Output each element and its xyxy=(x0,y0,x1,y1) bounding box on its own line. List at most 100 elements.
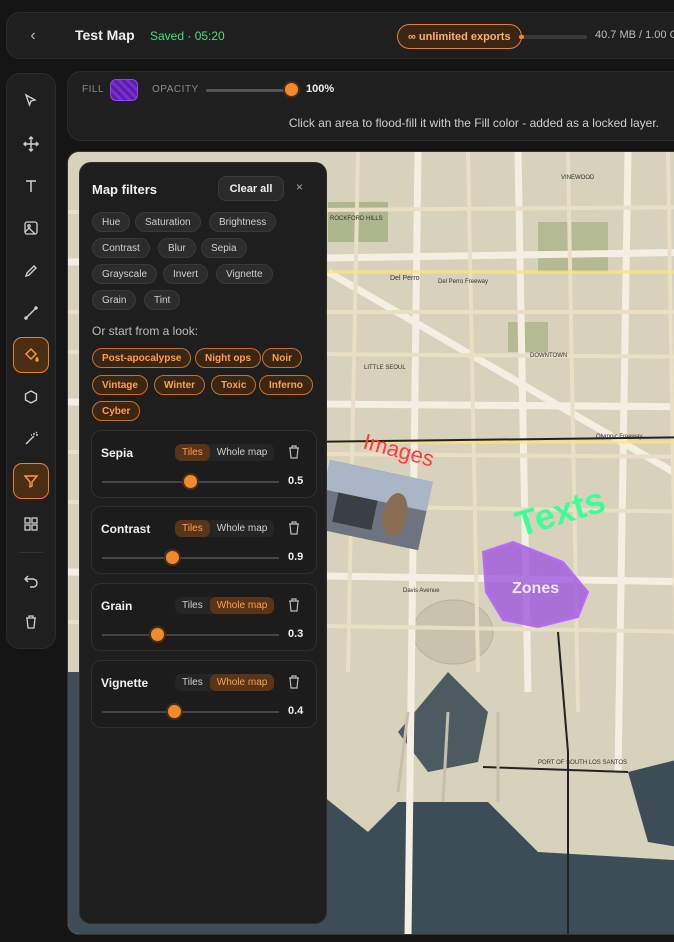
map-label-del-perro: Del Perro xyxy=(390,275,420,282)
look-cyber[interactable]: Cyber xyxy=(92,401,141,421)
storage-usage-text: 40.7 MB / 1.00 G xyxy=(595,29,674,41)
map-filters-panel: Map filters Clear all × Hue Saturation B… xyxy=(79,162,327,924)
filter-name: Contrast xyxy=(101,522,151,536)
filter-chip-blur[interactable]: Blur xyxy=(158,238,196,258)
map-label-vinewood: VINEWOOD xyxy=(561,175,595,181)
opacity-slider-handle[interactable] xyxy=(285,83,298,96)
value-slider-handle[interactable] xyxy=(166,551,179,564)
magic-wand-icon[interactable] xyxy=(13,421,49,457)
filter-chip-hue[interactable]: Hue xyxy=(92,212,131,232)
fill-label: FILL xyxy=(82,84,105,95)
clear-all-button[interactable]: Clear all xyxy=(218,176,284,201)
filter-chip-sepia[interactable]: Sepia xyxy=(201,238,247,258)
scope-toggle[interactable]: Tiles Whole map xyxy=(175,597,275,614)
scope-tiles[interactable]: Tiles xyxy=(175,520,210,537)
filter-card-grain: Grain Tiles Whole map 0.3 xyxy=(91,583,317,651)
map-title[interactable]: Test Map xyxy=(75,27,135,43)
line-icon[interactable] xyxy=(13,295,49,331)
filter-chip-tint[interactable]: Tint xyxy=(144,290,181,310)
look-toxic[interactable]: Toxic xyxy=(211,375,257,395)
exports-badge[interactable]: ∞ unlimited exports xyxy=(397,24,522,49)
value-slider-handle[interactable] xyxy=(151,628,164,641)
pencil-icon[interactable] xyxy=(13,253,49,289)
chevron-left-icon[interactable]: ‹ xyxy=(21,24,45,48)
panel-title: Map filters xyxy=(92,182,158,197)
filter-chip-grayscale[interactable]: Grayscale xyxy=(92,264,158,284)
close-icon[interactable]: × xyxy=(296,180,303,194)
text-icon[interactable] xyxy=(13,168,49,204)
polygon-icon[interactable] xyxy=(13,379,49,415)
value-slider-track[interactable] xyxy=(102,634,279,636)
filter-value: 0.9 xyxy=(288,551,304,563)
look-vintage[interactable]: Vintage xyxy=(92,375,148,395)
filter-name: Sepia xyxy=(101,446,134,460)
scope-tiles[interactable]: Tiles xyxy=(175,444,210,461)
fill-color-swatch[interactable] xyxy=(110,79,138,101)
filter-card-vignette: Vignette Tiles Whole map 0.4 xyxy=(91,660,317,728)
look-winter[interactable]: Winter xyxy=(154,375,206,395)
scope-whole-map[interactable]: Whole map xyxy=(210,520,275,537)
look-inferno[interactable]: Inferno xyxy=(259,375,313,395)
scope-toggle[interactable]: Tiles Whole map xyxy=(175,674,275,691)
look-label: Or start from a look: xyxy=(92,324,199,338)
scope-toggle[interactable]: Tiles Whole map xyxy=(175,520,275,537)
grid-icon[interactable] xyxy=(13,506,49,542)
save-status: Saved · 05:20 xyxy=(150,29,225,43)
value-slider-track[interactable] xyxy=(102,557,279,559)
filter-icon[interactable] xyxy=(13,463,49,499)
undo-icon[interactable] xyxy=(13,562,49,598)
value-slider-handle[interactable] xyxy=(184,475,197,488)
trash-icon[interactable] xyxy=(287,674,301,690)
map-label-rockford: ROCKFORD HILLS xyxy=(330,216,383,222)
map-label-port: PORT OF SOUTH LOS SANTOS xyxy=(538,760,627,766)
select-icon[interactable] xyxy=(13,83,49,119)
value-slider-handle[interactable] xyxy=(168,705,181,718)
value-slider-track[interactable] xyxy=(102,711,279,713)
scope-toggle[interactable]: Tiles Whole map xyxy=(175,444,275,461)
map-label-olympic-freeway: Olympic Freeway xyxy=(596,434,642,440)
map-label-davis-ave: Davis Avenue xyxy=(403,588,440,594)
filter-card-contrast: Contrast Tiles Whole map 0.9 xyxy=(91,506,317,574)
storage-usage-bar xyxy=(519,35,587,39)
trash-icon[interactable] xyxy=(287,597,301,613)
fill-options-bar: FILL OPACITY 100% Click an area to flood… xyxy=(67,71,674,141)
move-icon[interactable] xyxy=(13,126,49,162)
filter-chip-vignette[interactable]: Vignette xyxy=(216,264,273,284)
app-root: ‹ Test Map Saved · 05:20 ∞ unlimited exp… xyxy=(0,0,674,942)
opacity-slider-track[interactable] xyxy=(206,89,290,92)
filter-chip-brightness[interactable]: Brightness xyxy=(209,212,277,232)
scope-tiles[interactable]: Tiles xyxy=(175,674,210,691)
trash-icon[interactable] xyxy=(287,444,301,460)
left-toolbar xyxy=(6,73,56,649)
image-icon[interactable] xyxy=(13,210,49,246)
fill-hint-text: Click an area to flood-fill it with the … xyxy=(288,116,659,130)
scope-tiles[interactable]: Tiles xyxy=(175,597,210,614)
map-label-little-seoul: LITTLE SEOUL xyxy=(364,365,406,371)
look-night-ops[interactable]: Night ops xyxy=(195,348,262,368)
zones-label: Zones xyxy=(512,580,559,597)
filter-value: 0.3 xyxy=(288,628,304,640)
filter-chip-grain[interactable]: Grain xyxy=(92,290,137,310)
filter-name: Grain xyxy=(101,599,133,613)
toolbar-divider xyxy=(19,552,43,553)
look-post-apocalypse[interactable]: Post-apocalypse xyxy=(92,348,192,368)
trash-icon[interactable] xyxy=(13,604,49,640)
opacity-label: OPACITY xyxy=(152,84,199,95)
filter-chip-saturation[interactable]: Saturation xyxy=(135,212,201,232)
filter-chip-invert[interactable]: Invert xyxy=(163,264,209,284)
map-label-downtown: DOWNTOWN xyxy=(530,353,567,359)
fill-bucket-icon[interactable] xyxy=(13,337,49,373)
look-noir[interactable]: Noir xyxy=(262,348,302,368)
map-label-del-perro-freeway: Del Perro Freeway xyxy=(438,279,488,285)
filter-value: 0.4 xyxy=(288,705,304,717)
opacity-value: 100% xyxy=(306,83,335,95)
scope-whole-map[interactable]: Whole map xyxy=(209,597,275,614)
filter-card-sepia: Sepia Tiles Whole map 0.5 xyxy=(91,430,317,498)
top-header: ‹ Test Map Saved · 05:20 ∞ unlimited exp… xyxy=(6,12,674,59)
filter-chip-contrast[interactable]: Contrast xyxy=(92,238,150,258)
filter-name: Vignette xyxy=(101,676,149,690)
scope-whole-map[interactable]: Whole map xyxy=(210,444,275,461)
trash-icon[interactable] xyxy=(287,520,301,536)
filter-value: 0.5 xyxy=(288,475,304,487)
scope-whole-map[interactable]: Whole map xyxy=(209,674,275,691)
